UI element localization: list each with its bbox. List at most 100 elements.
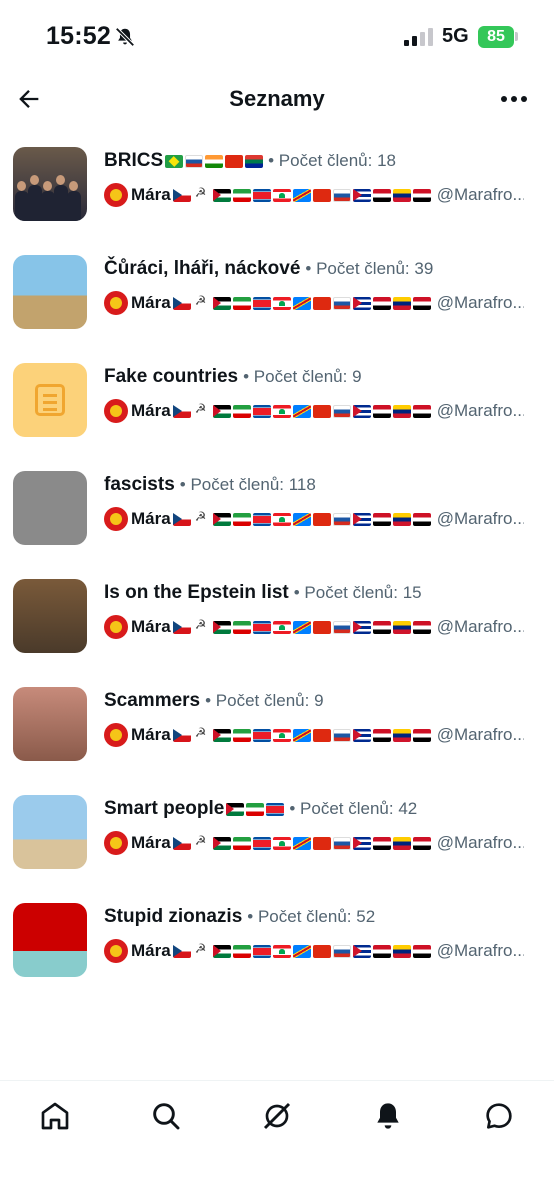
owner-row: Mára @Marafro... [104, 938, 524, 964]
nav-grok[interactable] [260, 1099, 294, 1133]
nav-notifications[interactable] [371, 1099, 405, 1133]
flag-ham-icon [192, 834, 211, 850]
flag-cu-icon [352, 620, 371, 634]
battery-tip [515, 32, 518, 41]
list-avatar [13, 147, 87, 221]
owner-name: Mára [131, 833, 171, 852]
messages-icon [486, 1103, 512, 1129]
flag-kp-icon [252, 620, 271, 634]
flag-ye-icon [372, 836, 391, 850]
list-avatar [13, 579, 87, 653]
list-title-row: Smart people • Počet členů: 42 [104, 796, 524, 822]
owner-avatar [104, 723, 128, 747]
flag-ve-icon [392, 404, 411, 418]
flag-cn-icon [312, 404, 331, 418]
flag-br-icon [165, 154, 184, 168]
notifications-icon [377, 1103, 399, 1129]
list-item[interactable]: Čůráci, lháři, náckové • Počet členů: 39 M… [0, 246, 554, 354]
list-title-row: Is on the Epstein list • Počet členů: 15 [104, 580, 524, 606]
flag-lb-icon [272, 728, 291, 742]
list-avatar [13, 363, 87, 437]
owner-row: Mára @Marafro... [104, 182, 524, 208]
list-icon [35, 384, 65, 416]
list-avatar [13, 903, 87, 977]
nav-home[interactable] [38, 1099, 72, 1133]
flag-cn-icon [312, 620, 331, 634]
flag-emojis [172, 834, 431, 850]
flag-cu-icon [352, 836, 371, 850]
list-title-row: Stupid zionazis • Počet členů: 52 [104, 904, 524, 930]
flag-ru-icon [332, 944, 351, 958]
flag-cz-icon [172, 296, 191, 310]
owner-name: Mára [131, 185, 171, 204]
flag-ir-icon [232, 944, 251, 958]
flag-ye-icon [372, 404, 391, 418]
flag-ps-icon [212, 728, 231, 742]
flag-ham-icon [192, 726, 211, 742]
flag-ps-icon [226, 802, 245, 816]
flag-cn-icon [312, 512, 331, 526]
flag-cu-icon [352, 404, 371, 418]
list-item[interactable]: fascists• Počet členů: 118 Mára @Marafro..… [0, 462, 554, 570]
flag-ps-icon [212, 944, 231, 958]
owner-row: Mára @Marafro... [104, 830, 524, 856]
list-item[interactable]: Is on the Epstein list • Počet členů: 15 M… [0, 570, 554, 678]
list-item[interactable]: Fake countries• Počet členů: 9 Mára @Maraf… [0, 354, 554, 462]
list-item[interactable]: Scammers• Počet členů: 9 Mára @Marafro... [0, 678, 554, 786]
flag-cz-icon [172, 836, 191, 850]
flag-cn-icon [312, 296, 331, 310]
flag-cn-icon [312, 188, 331, 202]
flag-eg-icon [412, 836, 431, 850]
flag-kp-icon [252, 296, 271, 310]
flag-eg-icon [412, 296, 431, 310]
list-title-row: Čůráci, lháři, náckové • Počet členů: 39 [104, 256, 524, 282]
flag-kp-icon [252, 836, 271, 850]
flag-cu-icon [352, 728, 371, 742]
flag-ham-icon [192, 618, 211, 634]
flag-ir-icon [232, 836, 251, 850]
more-options-button[interactable] [496, 82, 532, 116]
owner-handle: @Marafro... [436, 509, 524, 528]
owner-handle: @Marafro... [436, 401, 524, 420]
nav-search[interactable] [149, 1099, 183, 1133]
list-item[interactable]: Smart people • Počet členů: 42 Mára @Marafr… [0, 786, 554, 894]
flag-kp-icon [252, 512, 271, 526]
grok-icon [263, 1102, 291, 1130]
page-title: Seznamy [229, 86, 325, 111]
flag-ir-icon [232, 296, 251, 310]
flag-ve-icon [392, 512, 411, 526]
flag-ye-icon [372, 728, 391, 742]
owner-row: Mára @Marafro... [104, 614, 524, 640]
flag-emojis [172, 726, 431, 742]
list-item[interactable]: Stupid zionazis• Počet členů: 52 Mára @Mar… [0, 894, 554, 1002]
flag-lb-icon [272, 620, 291, 634]
flag-cn-icon [312, 728, 331, 742]
flag-emojis [165, 154, 264, 168]
list-avatar [13, 795, 87, 869]
list-avatar [13, 471, 87, 545]
bottom-navigation [0, 1080, 554, 1200]
list-item[interactable]: BRICS • Počet členů: 18 Mára @Marafro... [0, 138, 554, 246]
flag-cd-icon [292, 296, 311, 310]
member-count: • Počet členů: 39 [305, 259, 434, 278]
owner-handle: @Marafro... [436, 617, 524, 636]
nav-messages[interactable] [482, 1099, 516, 1133]
owner-avatar [104, 615, 128, 639]
owner-handle: @Marafro... [436, 725, 524, 744]
flag-ir-icon [246, 802, 265, 816]
flag-ps-icon [212, 512, 231, 526]
list-title: Čůráci, lháři, náckové [104, 258, 301, 279]
flag-ru-icon [332, 296, 351, 310]
flag-emojis [172, 294, 431, 310]
lists-container: BRICS• Počet členů: 18Mára@Marafro...Čůr… [0, 138, 554, 1002]
flag-ham-icon [192, 186, 211, 202]
flag-kp-icon [266, 802, 285, 816]
header: Seznamy [0, 74, 554, 126]
flag-ru-icon [332, 728, 351, 742]
flag-cd-icon [292, 728, 311, 742]
owner-avatar [104, 507, 128, 531]
flag-ru-icon [185, 154, 204, 168]
owner-avatar [104, 183, 128, 207]
list-avatar [13, 687, 87, 761]
list-title: Fake countries [104, 366, 239, 387]
